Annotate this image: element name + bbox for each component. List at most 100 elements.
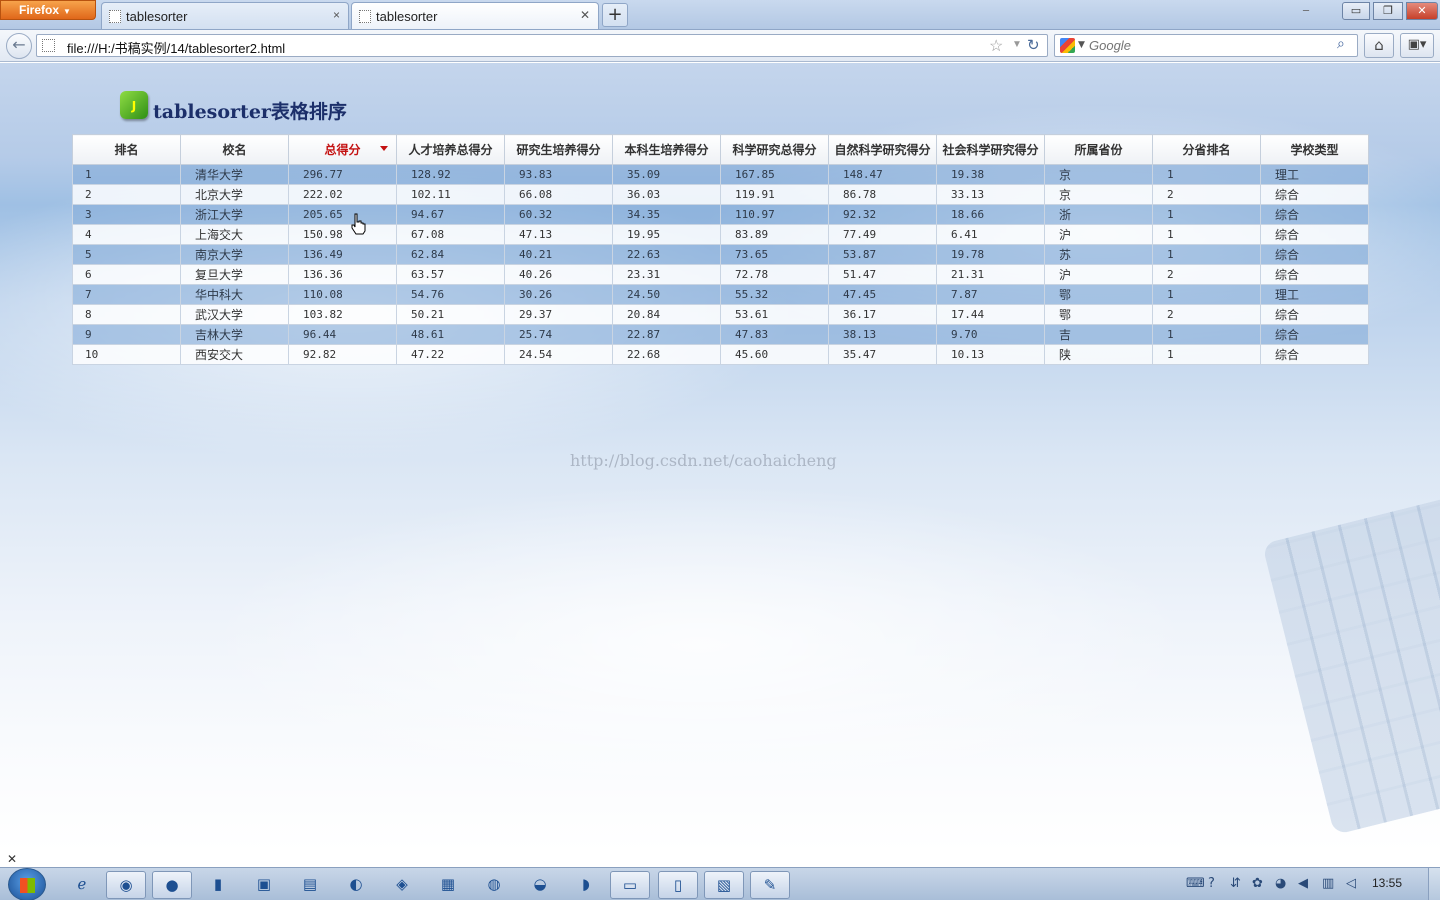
table-cell: 2	[1152, 264, 1261, 285]
table-cell: 复旦大学	[180, 264, 289, 285]
column-header[interactable]: 分省排名	[1152, 134, 1261, 165]
table-row: 7 华中科大 110.08 54.76 30.26 24.50 55.32 47.45 7.87…	[72, 284, 1369, 305]
table-cell: 1	[1152, 284, 1261, 305]
app-icon[interactable]: ▮	[198, 871, 238, 899]
network-icon[interactable]: ▥	[1322, 876, 1334, 891]
volume-icon[interactable]: ◀	[1298, 876, 1308, 891]
column-header[interactable]: 自然科学研究得分	[828, 134, 937, 165]
keyboard-background-image	[1261, 490, 1440, 836]
google-icon[interactable]	[1060, 38, 1075, 53]
chrome-icon[interactable]: ◉	[106, 871, 146, 899]
table-cell: 47.22	[396, 344, 505, 365]
column-header[interactable]: 总得分	[288, 134, 397, 165]
table-cell: 综合	[1260, 224, 1369, 245]
close-icon[interactable]: ×	[333, 8, 340, 22]
editor-icon[interactable]: ✎	[750, 871, 790, 899]
tab-tablesorter-1[interactable]: tablesorter ×	[101, 2, 349, 29]
document-icon[interactable]: ▤	[290, 871, 330, 899]
table-cell: 33.13	[936, 184, 1045, 205]
table-cell: 23.31	[612, 264, 721, 285]
table-cell: 83.89	[720, 224, 829, 245]
search-input[interactable]	[1089, 36, 1329, 55]
speaker-icon[interactable]: ◁	[1346, 876, 1356, 891]
table-cell: 48.61	[396, 324, 505, 345]
chevron-down-icon[interactable]: ▼	[1078, 40, 1085, 50]
table-cell: 60.32	[504, 204, 613, 225]
maximize-button[interactable]: ❐	[1373, 2, 1403, 20]
pdf-icon[interactable]: ▧	[704, 871, 744, 899]
table-cell: 1	[1152, 164, 1261, 185]
app-icon[interactable]: ◍	[474, 871, 514, 899]
folder-icon[interactable]: ▭	[610, 871, 650, 899]
table-row: 6 复旦大学 136.36 63.57 40.26 23.31 72.78 51.47 21.3…	[72, 264, 1369, 285]
table-cell: 24.50	[612, 284, 721, 305]
help-icon[interactable]: ?	[1208, 876, 1215, 891]
notepad-icon[interactable]: ▯	[658, 871, 698, 899]
search-icon[interactable]: ⌕	[1337, 36, 1345, 52]
home-icon[interactable]: ⌂	[1364, 33, 1394, 58]
column-header-label: 本科生培养得分	[624, 143, 709, 157]
column-header-label: 社会科学研究得分	[942, 143, 1039, 157]
start-button[interactable]	[8, 868, 46, 900]
table-cell: 25.74	[504, 324, 613, 345]
close-window-button[interactable]: ✕	[1406, 2, 1438, 20]
table-cell: 1	[1152, 244, 1261, 265]
minimize-button[interactable]: ▭	[1342, 2, 1370, 20]
url-bar[interactable]: file:///H:/书稿实例/14/tablesorter2.html ☆ ▼…	[36, 34, 1048, 57]
close-icon[interactable]: ✕	[7, 852, 17, 866]
close-icon[interactable]: ✕	[580, 8, 590, 22]
column-header[interactable]: 社会科学研究得分	[936, 134, 1045, 165]
list-all-tabs-icon[interactable]: ─	[1303, 6, 1309, 17]
tray-app-icon[interactable]: ◕	[1275, 876, 1286, 891]
table-cell: 17.44	[936, 304, 1045, 325]
ranking-table-container: 排名 校名 总得分 人才培养总得分 研究生培养得分 本科生培养得分 科学研究总得分 自然科学研…	[72, 134, 1369, 365]
clock[interactable]: 13:55	[1372, 876, 1402, 890]
table-cell: 110.08	[288, 284, 397, 305]
table-cell: 鄂	[1044, 284, 1153, 305]
search-bar[interactable]: ▼ ⌕	[1054, 34, 1358, 57]
column-header[interactable]: 本科生培养得分	[612, 134, 721, 165]
tray-app-icon[interactable]: ✿	[1252, 876, 1263, 891]
app-icon[interactable]: ◈	[382, 871, 422, 899]
history-dropdown-icon[interactable]: ▼	[1012, 39, 1022, 50]
column-header-label: 分省排名	[1182, 143, 1231, 157]
table-cell: 2	[1152, 184, 1261, 205]
firefox-menu-button[interactable]: Firefox ▼	[0, 0, 96, 20]
table-cell: 51.47	[828, 264, 937, 285]
app-icon[interactable]: ◒	[520, 871, 560, 899]
app-icon[interactable]: ▣	[244, 871, 284, 899]
tab-tablesorter-2[interactable]: tablesorter ✕	[351, 2, 599, 29]
table-cell: 18.66	[936, 204, 1045, 225]
table-cell: 鄂	[1044, 304, 1153, 325]
firefox-icon[interactable]: ●	[152, 871, 192, 899]
table-cell: 77.49	[828, 224, 937, 245]
reload-icon[interactable]: ↻	[1027, 36, 1040, 54]
table-cell: 沪	[1044, 264, 1153, 285]
show-desktop-button[interactable]	[1428, 868, 1440, 900]
new-tab-button[interactable]: +	[602, 3, 628, 27]
url-text[interactable]: file:///H:/书稿实例/14/tablesorter2.html	[67, 38, 285, 57]
keyboard-icon[interactable]: ⌨	[1186, 876, 1205, 891]
column-header[interactable]: 科学研究总得分	[720, 134, 829, 165]
column-header[interactable]: 学校类型	[1260, 134, 1369, 165]
app-icon[interactable]: ▦	[428, 871, 468, 899]
ie-icon[interactable]: ℯ	[62, 871, 102, 899]
table-cell: 7.87	[936, 284, 1045, 305]
addons-icon[interactable]: ▣▾	[1400, 33, 1434, 58]
column-header[interactable]: 所属省份	[1044, 134, 1153, 165]
tray-arrow-icon[interactable]: ⇵	[1230, 876, 1241, 891]
table-cell: 综合	[1260, 204, 1369, 225]
table-cell: 1	[1152, 224, 1261, 245]
column-header[interactable]: 研究生培养得分	[504, 134, 613, 165]
table-cell: 陕	[1044, 344, 1153, 365]
bookmark-star-icon[interactable]: ☆	[989, 36, 1003, 56]
column-header[interactable]: 校名	[180, 134, 289, 165]
column-header[interactable]: 人才培养总得分	[396, 134, 505, 165]
table-cell: 武汉大学	[180, 304, 289, 325]
back-arrow-icon[interactable]: ←	[6, 33, 32, 59]
app-icon[interactable]: ◗	[566, 871, 606, 899]
table-cell: 40.26	[504, 264, 613, 285]
table-cell: 北京大学	[180, 184, 289, 205]
app-icon[interactable]: ◐	[336, 871, 376, 899]
column-header[interactable]: 排名	[72, 134, 181, 165]
